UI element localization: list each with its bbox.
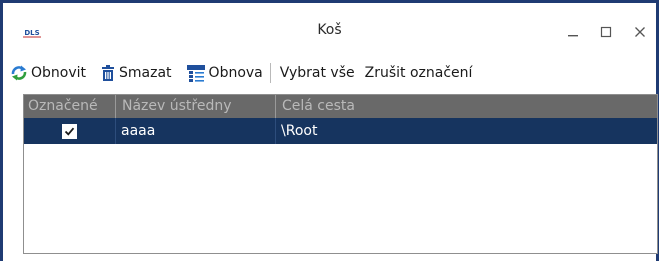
table-row[interactable]: aaaa \Root [24,118,657,144]
toolbar-separator [269,63,271,83]
path-cell: \Root [281,123,318,139]
restore-icon [186,65,205,82]
column-header-marked[interactable]: Označené [24,95,116,118]
restore-label: Obnova [208,65,263,81]
delete-button[interactable]: Smazat [97,60,175,86]
restore-button[interactable]: Obnova [183,60,266,86]
close-icon [635,27,645,37]
delete-label: Smazat [119,65,172,81]
column-header-name[interactable]: Název ústředny [116,95,276,118]
deselect-label: Zrušit označení [364,65,473,81]
refresh-icon [11,65,27,81]
minimize-button[interactable] [556,17,590,47]
maximize-icon [600,26,612,38]
column-header-path[interactable]: Celá cesta [276,95,657,118]
trash-icon [102,65,115,81]
select-all-button[interactable]: Vybrat vše [277,60,358,86]
deselect-all-button[interactable]: Zrušit označení [362,60,476,86]
name-cell: aaaa [116,118,276,144]
row-checkbox[interactable] [62,123,77,139]
minimize-icon [568,35,578,37]
recycle-bin-grid[interactable]: Označené Název ústředny Celá cesta aaaa … [23,94,658,254]
maximize-button[interactable] [589,17,623,47]
refresh-label: Obnovit [31,65,87,81]
select-all-label: Vybrat vše [279,65,355,81]
checkmark-icon [64,127,75,136]
toolbar: Obnovit Smazat Obnova Vybrat vše Zrušit … [3,58,656,88]
refresh-button[interactable]: Obnovit [7,60,89,86]
close-button[interactable] [623,17,657,47]
grid-header: Označené Název ústředny Celá cesta [24,95,657,118]
recycle-bin-window: DLS Koš Obnovit Smazat Obnova Vybrat vše… [0,0,659,261]
marked-cell [24,118,116,144]
title-bar[interactable]: DLS Koš [3,3,656,57]
